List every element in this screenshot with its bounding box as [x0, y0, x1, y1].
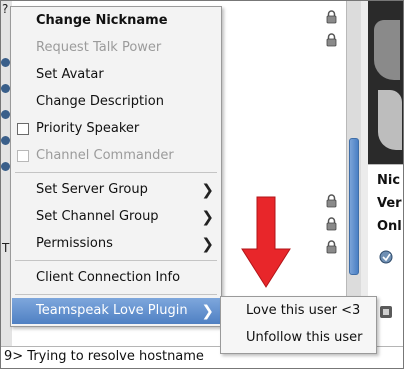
menu-item-set-channel-group[interactable]: Set Channel Group ❯ [12, 204, 220, 230]
menu-item-label: Set Channel Group [36, 209, 159, 224]
menu-separator [15, 260, 217, 261]
menu-item-label: Change Description [36, 94, 164, 109]
client-context-menu: Change Nickname Request Talk Power Set A… [10, 6, 222, 327]
lock-icon [326, 10, 337, 24]
info-online-label: Onl [377, 219, 402, 234]
menu-separator [15, 172, 217, 173]
info-version-label: Ver [377, 196, 402, 211]
lock-icon [326, 240, 337, 254]
menu-item-label: Channel Commander [36, 148, 174, 163]
menu-item-label: Client Connection Info [36, 270, 181, 285]
info-nickname-label: Nic [377, 173, 401, 188]
submenu-item-love-this-user[interactable]: Love this user <3 [222, 298, 375, 324]
menu-item-set-avatar[interactable]: Set Avatar [12, 62, 220, 88]
menu-item-label: Priority Speaker [36, 121, 140, 136]
menu-item-change-description[interactable]: Change Description [12, 89, 220, 115]
menu-item-channel-commander: Channel Commander [12, 143, 220, 169]
menu-item-set-server-group[interactable]: Set Server Group ❯ [12, 177, 220, 203]
menu-separator [15, 294, 217, 295]
server-group-icon [379, 250, 393, 264]
menu-item-label: Request Talk Power [36, 40, 162, 55]
menu-item-permissions[interactable]: Permissions ❯ [12, 231, 220, 257]
menu-item-label: Set Avatar [36, 67, 104, 82]
log-line: 9> Trying to resolve hostname [4, 349, 204, 364]
chevron-right-icon: ❯ [201, 181, 214, 199]
lock-icon [326, 217, 337, 231]
menu-item-label: Teamspeak Love Plugin [36, 303, 188, 318]
client-status-icon [1, 84, 10, 93]
client-status-icon [1, 162, 10, 171]
menu-item-request-talk-power: Request Talk Power [12, 35, 220, 61]
client-avatar [368, 0, 404, 164]
submenu-item-label: Unfollow this user [246, 330, 363, 345]
menu-item-label: Permissions [36, 236, 113, 251]
client-status-icon [1, 58, 10, 67]
submenu-item-label: Love this user <3 [246, 303, 361, 318]
chevron-right-icon: ❯ [201, 235, 214, 253]
menu-item-label: Change Nickname [36, 13, 168, 28]
down-arrow-icon [241, 196, 291, 288]
lock-icon [326, 194, 337, 208]
left-edge-char: ? [2, 2, 9, 16]
love-plugin-submenu: Love this user <3 Unfollow this user [220, 296, 377, 354]
priority-speaker-checkbox[interactable] [17, 123, 29, 135]
client-status-icon [1, 110, 10, 119]
menu-item-label: Set Server Group [36, 182, 148, 197]
menu-item-priority-speaker[interactable]: Priority Speaker [12, 116, 220, 142]
chevron-right-icon: ❯ [201, 302, 214, 320]
left-edge-char: T [2, 241, 10, 255]
channel-group-icon [380, 306, 392, 318]
scrollbar-thumb[interactable] [349, 138, 359, 275]
chevron-right-icon: ❯ [201, 208, 214, 226]
lock-icon [326, 33, 337, 47]
menu-item-client-connection-info[interactable]: Client Connection Info [12, 265, 220, 291]
channel-commander-checkbox [17, 150, 29, 162]
menu-item-change-nickname[interactable]: Change Nickname [12, 8, 220, 34]
client-status-icon [1, 136, 10, 145]
menu-item-teamspeak-love-plugin[interactable]: Teamspeak Love Plugin ❯ [12, 298, 220, 324]
submenu-item-unfollow-this-user[interactable]: Unfollow this user [222, 325, 375, 351]
